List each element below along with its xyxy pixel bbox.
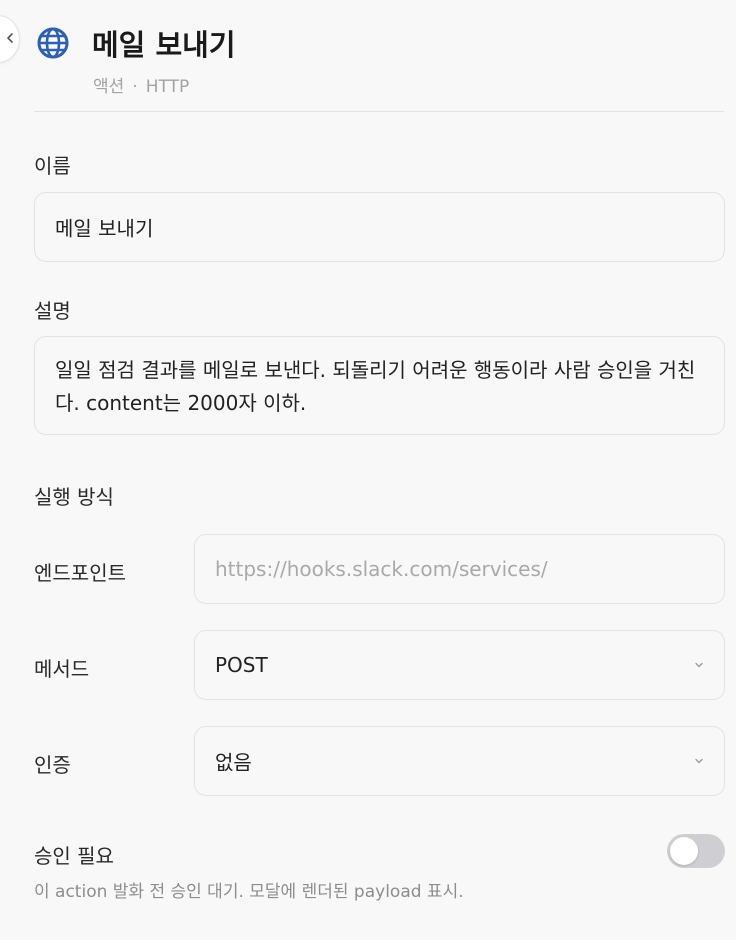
page-subtitle: 액션 · HTTP (93, 72, 189, 97)
action-kind-label: HTTP (145, 77, 190, 97)
back-button[interactable] (0, 15, 20, 63)
method-select[interactable]: POST (194, 630, 725, 700)
description-value: 일일 점검 결과를 메일로 보낸다. 되돌리기 어려운 행동이라 사람 승인을 … (55, 358, 696, 415)
chevron-left-icon (7, 33, 13, 43)
globe-icon (37, 27, 69, 59)
auth-label: 인증 (34, 753, 71, 777)
page-title: 메일 보내기 (92, 28, 236, 62)
name-label: 이름 (34, 154, 71, 178)
chevron-down-icon (695, 758, 703, 764)
endpoint-placeholder: https://hooks.slack.com/services/ (215, 557, 548, 581)
action-type-label: 액션 (93, 77, 125, 97)
name-input-value: 메일 보내기 (55, 216, 154, 241)
method-select-value: POST (215, 653, 268, 677)
description-textarea[interactable]: 일일 점검 결과를 메일로 보낸다. 되돌리기 어려운 행동이라 사람 승인을 … (34, 336, 725, 435)
approval-label: 승인 필요 (34, 844, 114, 868)
auth-select-value: 없음 (215, 750, 252, 775)
method-label: 메서드 (34, 657, 90, 681)
name-input[interactable]: 메일 보내기 (34, 192, 725, 262)
auth-select[interactable]: 없음 (194, 726, 725, 796)
description-label: 설명 (34, 299, 71, 323)
execution-section-title: 실행 방식 (34, 485, 114, 509)
chevron-down-icon (695, 662, 703, 668)
action-editor: 메일 보내기 액션 · HTTP 이름 메일 보내기 설명 일일 점검 결과를 메일… (0, 0, 736, 940)
toggle-knob (670, 837, 698, 865)
endpoint-label: 엔드포인트 (34, 561, 126, 585)
approval-help-text: 이 action 발화 전 승인 대기. 모달에 렌더된 payload 표시. (34, 882, 464, 902)
header-divider (34, 111, 724, 112)
approval-toggle[interactable] (667, 834, 725, 868)
endpoint-input[interactable]: https://hooks.slack.com/services/ (194, 534, 725, 604)
subtitle-separator: · (132, 77, 138, 97)
